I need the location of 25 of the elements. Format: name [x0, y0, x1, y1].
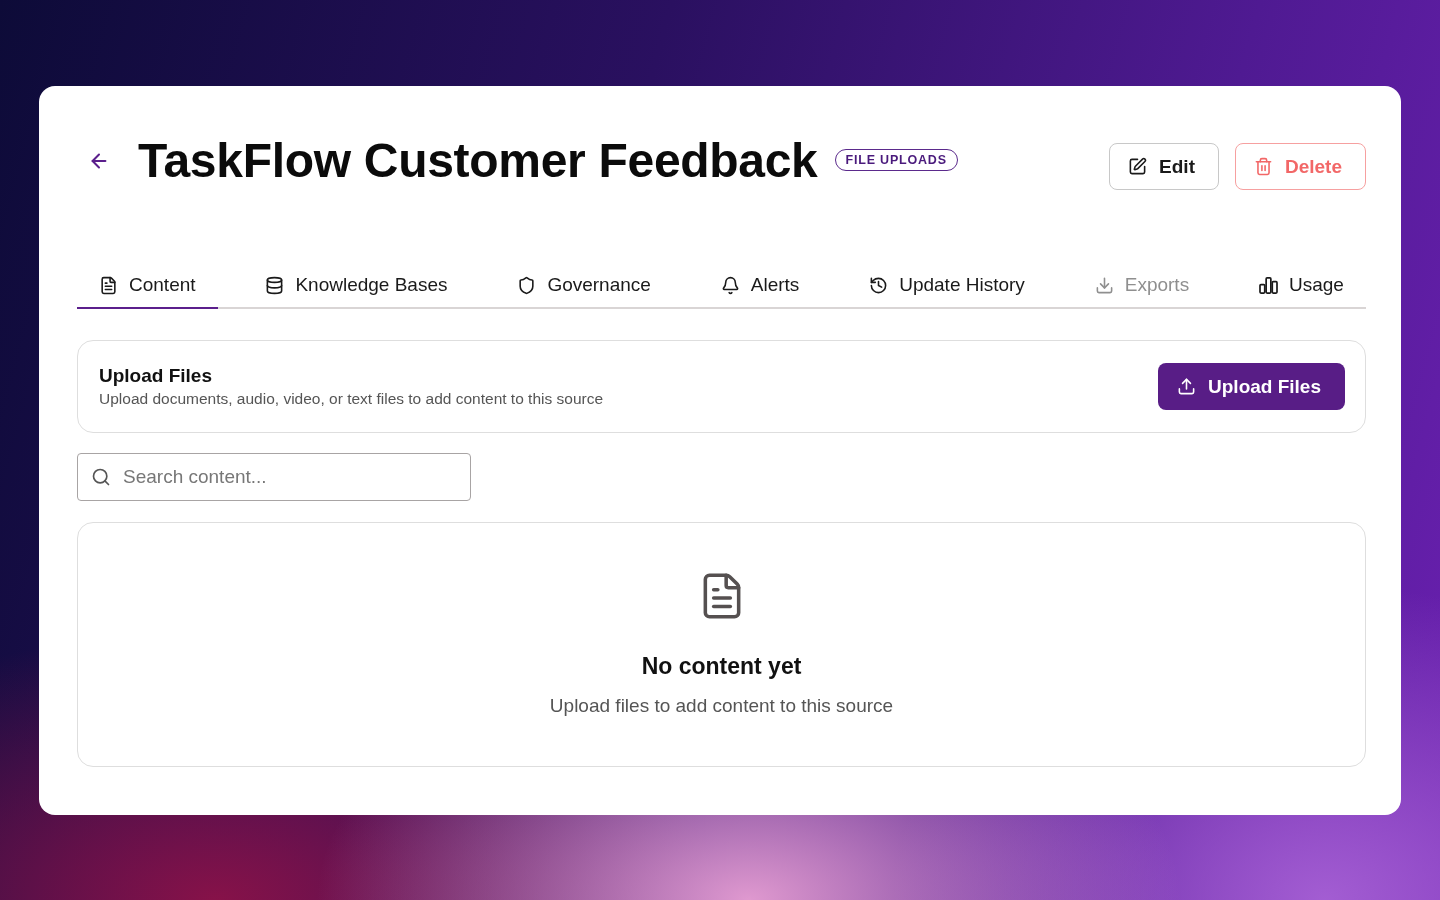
- search-field[interactable]: Search content...: [77, 453, 471, 501]
- upload-icon: [1177, 377, 1197, 396]
- search-icon: [91, 467, 111, 487]
- upload-files-button[interactable]: Upload Files: [1158, 363, 1345, 410]
- page-title: TaskFlow Customer Feedback: [138, 133, 818, 188]
- tab[interactable]: Update History: [847, 263, 1047, 309]
- tab[interactable]: Content: [77, 263, 218, 309]
- tab[interactable]: Alerts: [698, 263, 822, 309]
- download-icon: [1094, 275, 1114, 295]
- tab[interactable]: Usage: [1237, 263, 1366, 309]
- bell-icon: [720, 275, 740, 295]
- empty-state-title: No content yet: [641, 653, 802, 680]
- panel-description: Upload documents, audio, video, or text files to add content to this source: [99, 390, 604, 408]
- shield-icon: [517, 275, 537, 295]
- tab[interactable]: Knowledge Bases: [243, 263, 470, 309]
- edit-button[interactable]: Edit: [1109, 143, 1219, 190]
- trash-icon: [1253, 157, 1273, 176]
- history-icon: [869, 275, 889, 295]
- database-icon: [265, 275, 285, 295]
- empty-state-message: Upload files to add content to this source: [549, 695, 894, 717]
- panel-title: Upload Files: [99, 365, 213, 387]
- pencil-icon: [1128, 157, 1148, 176]
- bar-chart-icon: [1259, 276, 1278, 294]
- tab[interactable]: Governance: [495, 263, 673, 309]
- document-icon: [99, 275, 118, 295]
